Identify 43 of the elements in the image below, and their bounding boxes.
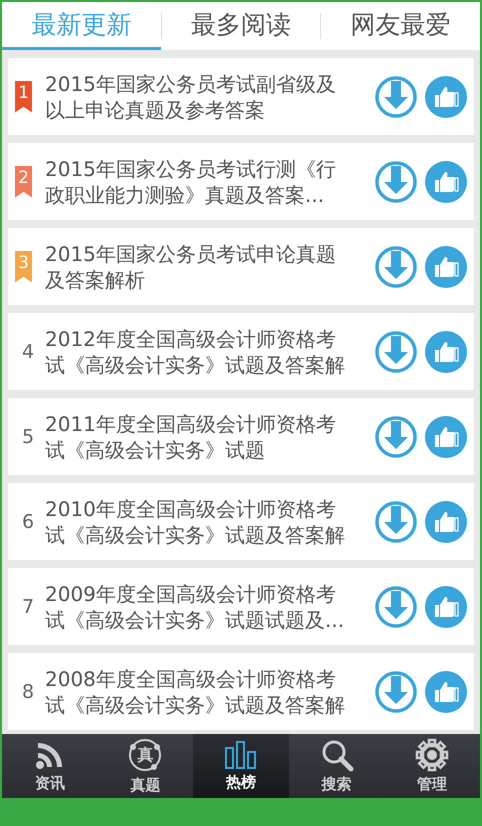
settings-icon — [415, 738, 450, 772]
item-title: 2011年度全国高级会计师资格考试《高级会计实务》试题 — [45, 410, 337, 462]
nav-tab[interactable]: 真 真题 — [98, 734, 194, 798]
rank-number: 6 — [21, 510, 34, 532]
like-button[interactable] — [424, 584, 468, 628]
download-button[interactable] — [374, 160, 418, 204]
download-button[interactable] — [374, 670, 418, 714]
like-button[interactable] — [424, 414, 468, 458]
nav-tab[interactable]: 管理 — [384, 734, 480, 798]
item-title: 2012年度全国高级会计师资格考试《高级会计实务》试题及答案解 — [45, 326, 346, 378]
rank-ribbon: 3 — [15, 250, 32, 282]
nav-tab[interactable]: 搜索 — [288, 734, 384, 798]
download-button[interactable] — [374, 330, 418, 374]
item-title: 2015年国家公务员考试行测《行政职业能力测验》真题及答案... — [45, 156, 337, 208]
item-title: 2010年度全国高级会计师资格考试《高级会计实务》试题及答案解 — [45, 496, 346, 548]
rank-number: 4 — [21, 340, 34, 362]
tab[interactable]: 网友最爱 — [321, 2, 480, 50]
bar-chart-icon — [224, 740, 258, 770]
like-button[interactable] — [424, 244, 468, 288]
item-title: 2009年度全国高级会计师资格考试《高级会计实务》试题试题及... — [45, 580, 346, 632]
download-button[interactable] — [374, 244, 418, 288]
rank-number: 5 — [21, 426, 34, 448]
like-button[interactable] — [424, 670, 468, 714]
like-button[interactable] — [424, 330, 468, 374]
rank-number: 7 — [21, 596, 34, 618]
tab[interactable]: 最多阅读 — [162, 2, 320, 50]
rank-ribbon: 2 — [15, 166, 32, 198]
like-button[interactable] — [424, 500, 468, 544]
rank-number: 8 — [21, 680, 34, 702]
rank-ribbon: 1 — [15, 80, 32, 112]
like-button[interactable] — [424, 160, 468, 204]
item-title: 2015年国家公务员考试申论真题及答案解析 — [45, 240, 337, 292]
like-button[interactable] — [424, 74, 468, 118]
download-button[interactable] — [374, 500, 418, 544]
nav-tab[interactable]: 热榜 — [193, 734, 289, 798]
search-icon — [320, 738, 354, 772]
item-title: 2015年国家公务员考试副省级及以上申论真题及参考答案 — [45, 70, 337, 122]
seal-icon: 真 — [127, 737, 164, 773]
download-button[interactable] — [374, 74, 418, 118]
download-button[interactable] — [374, 414, 418, 458]
nav-tab[interactable]: 资讯 — [2, 734, 98, 798]
download-button[interactable] — [374, 584, 418, 628]
item-title: 2008年度全国高级会计师资格考试《高级会计实务》试题及答案解 — [45, 666, 346, 718]
